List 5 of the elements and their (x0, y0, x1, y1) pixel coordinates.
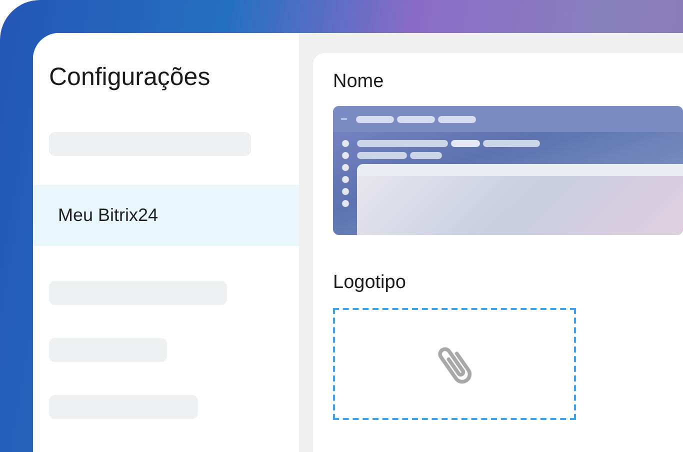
settings-title: Configurações (49, 62, 212, 93)
field-label: Nome (333, 70, 385, 94)
logo-upload-area[interactable] (333, 308, 576, 420)
sidebar-item[interactable]: Meu Bitrix24 (33, 184, 299, 246)
field-label: Logotipo (333, 271, 407, 295)
